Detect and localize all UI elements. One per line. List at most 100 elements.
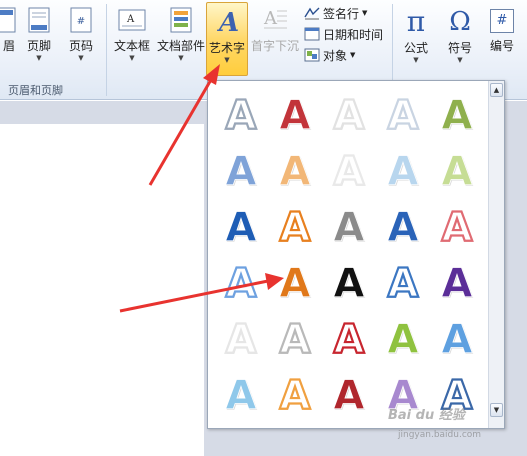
quick-parts-dropdown-icon[interactable]: ▼ (157, 54, 205, 62)
wordart-button[interactable]: A 艺术字 ▼ (206, 2, 248, 76)
wordart-style-2-1[interactable]: AA (214, 143, 268, 199)
wordart-style-4-2[interactable]: AA (268, 255, 322, 311)
wordart-style-6-3[interactable]: AA (322, 367, 376, 423)
header-label: 眉 (2, 39, 15, 53)
page-number-button[interactable]: # 页码 ▼ (62, 2, 100, 76)
watermark-text: Bai du 经验 (388, 408, 465, 423)
svg-text:A: A (334, 317, 365, 363)
svg-text:A: A (334, 205, 365, 251)
wordart-style-1-5[interactable]: AA (430, 87, 484, 143)
scroll-up-button[interactable]: ▲ (490, 83, 503, 97)
signature-dropdown-icon[interactable]: ▼ (362, 9, 367, 17)
wordart-style-4-5[interactable]: AA (430, 255, 484, 311)
svg-text:A: A (442, 261, 473, 307)
wordart-style-4-3[interactable]: AA (322, 255, 376, 311)
wordart-style-1-3[interactable]: AA (322, 87, 376, 143)
text-box-button[interactable]: A 文本框 ▼ (110, 2, 154, 76)
wordart-style-6-2[interactable]: AA (268, 367, 322, 423)
wordart-style-1-1[interactable]: AA (214, 87, 268, 143)
signature-line-label: 签名行 (323, 6, 360, 21)
svg-text:A: A (442, 149, 473, 195)
svg-text:A: A (226, 261, 257, 307)
page-number-dropdown-icon[interactable]: ▼ (63, 54, 99, 62)
svg-text:A: A (126, 14, 135, 25)
text-box-dropdown-icon[interactable]: ▼ (111, 54, 153, 62)
wordart-style-3-5[interactable]: AA (430, 199, 484, 255)
wordart-style-2-5[interactable]: AA (430, 143, 484, 199)
wordart-gallery[interactable]: AAAAAAAAAAAAAAAAAAAAAAAAAAAAAAAAAAAAAAAA… (207, 80, 505, 429)
number-label: 编号 (489, 39, 514, 53)
svg-text:A: A (226, 373, 257, 419)
scroll-down-button[interactable]: ▼ (490, 403, 503, 417)
date-time-button[interactable]: 日期和时间 (304, 25, 383, 43)
wordart-style-5-5[interactable]: AA (430, 311, 484, 367)
svg-text:A: A (388, 93, 419, 139)
wordart-style-4-4[interactable]: AA (376, 255, 430, 311)
drop-cap-label: 首字下沉 (251, 39, 300, 53)
equation-label: 公式 (403, 41, 428, 55)
svg-text:A: A (280, 261, 311, 307)
wordart-style-1-2[interactable]: AA (268, 87, 322, 143)
wordart-style-3-3[interactable]: AA (322, 199, 376, 255)
header-icon (0, 7, 16, 33)
signature-line-button[interactable]: 签名行 ▼ (304, 4, 367, 22)
number-button[interactable]: # 编号 (484, 2, 520, 76)
footer-button[interactable]: 页脚 ▼ (20, 2, 58, 76)
page-number-icon: # (70, 7, 92, 33)
symbol-dropdown-icon[interactable]: ▼ (441, 56, 479, 64)
quick-parts-button[interactable]: 文档部件 ▼ (156, 2, 206, 76)
text-box-label: 文本框 (113, 39, 150, 53)
wordart-style-1-4[interactable]: AA (376, 87, 430, 143)
wordart-style-3-1[interactable]: AA (214, 199, 268, 255)
header-button[interactable]: 眉 (0, 2, 18, 76)
svg-text:A: A (388, 261, 419, 307)
gallery-scrollbar[interactable]: ▲ ▼ (488, 81, 504, 428)
quick-parts-label: 文档部件 (157, 39, 206, 53)
svg-text:A: A (442, 317, 473, 363)
quick-parts-icon (170, 7, 192, 33)
wordart-style-6-1[interactable]: AA (214, 367, 268, 423)
wordart-style-5-4[interactable]: AA (376, 311, 430, 367)
svg-text:A: A (334, 93, 365, 139)
wordart-style-4-1[interactable]: AA (214, 255, 268, 311)
wordart-style-5-1[interactable]: AA (214, 311, 268, 367)
equation-dropdown-icon[interactable]: ▼ (397, 56, 435, 64)
wordart-style-2-4[interactable]: AA (376, 143, 430, 199)
calendar-icon (304, 27, 320, 41)
svg-text:#: # (77, 16, 85, 27)
watermark-url: jingyan.baidu.com (398, 430, 482, 440)
svg-text:A: A (280, 373, 311, 419)
footer-icon (28, 7, 50, 33)
svg-text:A: A (442, 205, 473, 251)
svg-text:A: A (388, 317, 419, 363)
svg-text:A: A (280, 205, 311, 251)
wordart-style-5-2[interactable]: AA (268, 311, 322, 367)
symbol-label: 符号 (447, 41, 472, 55)
svg-text:A: A (442, 93, 473, 139)
object-button[interactable]: 对象 ▼ (304, 46, 355, 64)
signature-icon (304, 7, 320, 20)
drop-cap-button[interactable]: A 首字下沉 (250, 2, 300, 76)
footer-dropdown-icon[interactable]: ▼ (21, 54, 57, 62)
footer-label: 页脚 (26, 39, 51, 53)
wordart-dropdown-icon[interactable]: ▼ (207, 56, 247, 64)
wordart-style-5-3[interactable]: AA (322, 311, 376, 367)
equation-button[interactable]: π 公式 ▼ (396, 2, 436, 76)
svg-text:A: A (226, 149, 257, 195)
wordart-style-grid: AAAAAAAAAAAAAAAAAAAAAAAAAAAAAAAAAAAAAAAA… (214, 87, 484, 425)
object-dropdown-icon[interactable]: ▼ (350, 51, 355, 59)
svg-text:A: A (280, 317, 311, 363)
object-icon (304, 48, 320, 62)
wordart-style-3-2[interactable]: AA (268, 199, 322, 255)
pi-icon: π (406, 5, 426, 38)
svg-text:A: A (226, 205, 257, 251)
document-page[interactable] (0, 124, 204, 456)
wordart-style-2-3[interactable]: AA (322, 143, 376, 199)
svg-text:A: A (226, 93, 257, 139)
svg-text:A: A (216, 8, 239, 35)
wordart-style-2-2[interactable]: AA (268, 143, 322, 199)
wordart-style-3-4[interactable]: AA (376, 199, 430, 255)
symbol-button[interactable]: Ω 符号 ▼ (440, 2, 480, 76)
number-icon: # (490, 9, 514, 33)
svg-text:A: A (280, 149, 311, 195)
